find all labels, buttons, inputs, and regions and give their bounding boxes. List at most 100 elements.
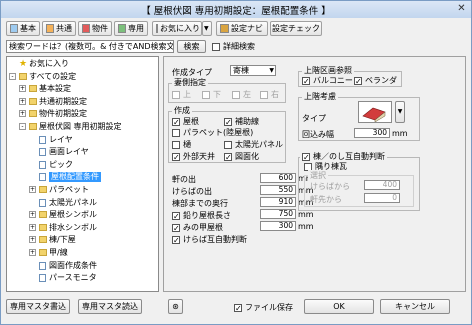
rotate-unit: mm — [392, 129, 408, 138]
folder-icon — [29, 110, 37, 118]
star-icon — [156, 24, 158, 33]
settings-panel: 作成タイプ 寄棟▼ 妻側指定 上 下 左 右 作成 屋根 補助線 パラペット(陸… — [163, 56, 466, 292]
common-button[interactable]: 共通 — [42, 21, 76, 36]
create-ceiling-checkbox[interactable]: 外部天井 — [172, 151, 215, 162]
document-icon — [39, 173, 46, 182]
folder-icon — [29, 97, 37, 105]
folder-icon — [39, 249, 47, 256]
tree-item-label: 屋根伏図 専用初期設定 — [39, 122, 122, 131]
ok-button[interactable]: OK — [304, 299, 374, 314]
property-icon — [82, 24, 90, 33]
gable-judge-checkbox[interactable]: けらば互自動判断 — [172, 234, 247, 245]
tree-item-label: 物件初期設定 — [39, 109, 87, 119]
detail-search-check[interactable] — [212, 42, 220, 51]
tree-item-label: 図面作成条件 — [49, 260, 97, 270]
tree-item-label: 画面レイヤ — [49, 147, 89, 157]
dedicated-button[interactable]: 専用 — [114, 21, 148, 36]
folder-icon — [19, 72, 27, 80]
tree-item-label: レイヤ — [49, 134, 73, 144]
direction-up: 上 — [172, 89, 191, 100]
favorites-button[interactable]: お気に入り — [152, 21, 202, 36]
folder-icon — [39, 186, 47, 193]
create-solar-checkbox[interactable]: 太陽光パネル — [224, 139, 283, 150]
chevron-down-icon: ▼ — [269, 67, 274, 74]
upper-consider-label: 上階考慮 — [302, 91, 338, 102]
wrap-unit: mm — [298, 210, 314, 219]
height-input[interactable]: 910 — [260, 197, 296, 207]
rotate-label: 回込み幅 — [302, 130, 334, 139]
file-save-checkbox[interactable]: ファイル保存 — [234, 302, 293, 313]
tail-unit: mm — [298, 222, 314, 231]
read-master-button[interactable]: 専用マスタ読込 — [78, 299, 142, 314]
tree-item-label: パラペット — [49, 185, 89, 194]
type-label: タイプ — [302, 114, 326, 123]
veranda-checkbox[interactable]: ベランダ — [354, 75, 397, 86]
roof-type-preview-icon[interactable] — [358, 101, 392, 123]
tree-item-label: 太陽光パネル — [49, 197, 97, 207]
close-icon[interactable]: ✕ — [455, 3, 468, 15]
from-eave-input[interactable]: 0 — [364, 193, 400, 203]
create-drawing-checkbox[interactable]: 図面化 — [224, 151, 259, 162]
gable-label: けらばの出 — [172, 187, 212, 196]
create-gutter-checkbox[interactable]: 樋 — [172, 139, 191, 150]
expand-icon[interactable]: + — [29, 211, 36, 219]
expand-icon[interactable]: + — [19, 85, 26, 93]
property-button[interactable]: 物件 — [78, 21, 112, 36]
detail-search-checkbox[interactable]: 詳細検索 — [212, 41, 255, 52]
tail-input[interactable]: 300 — [260, 221, 296, 231]
collapse-icon[interactable]: - — [19, 123, 26, 130]
settings-check-button[interactable]: 設定チェック — [270, 21, 322, 36]
eave-label: 軒の出 — [172, 175, 196, 184]
document-icon — [39, 148, 46, 157]
expand-icon[interactable]: + — [29, 186, 36, 193]
tree-item-label: ピック — [49, 159, 73, 169]
collapse-icon[interactable]: - — [9, 72, 16, 80]
wrap-input[interactable]: 750 — [260, 209, 296, 219]
favorites-dropdown-icon[interactable]: ▼ — [202, 21, 212, 36]
rotate-input[interactable]: 300 — [354, 128, 390, 138]
expand-icon[interactable]: + — [19, 97, 26, 105]
cancel-button[interactable]: キャンセル — [380, 299, 450, 314]
tree-item-label: お気に入り — [29, 59, 69, 68]
write-master-button[interactable]: 専用マスタ書込 — [6, 299, 70, 314]
create-roof-checkbox[interactable]: 屋根 — [172, 116, 199, 127]
ridge-cond-label: 選択 — [308, 170, 328, 181]
search-button[interactable]: 検索 — [177, 40, 206, 53]
direction-right: 右 — [260, 89, 279, 100]
create-type-select[interactable]: 寄棟 ▼ — [230, 65, 276, 76]
wrap-checkbox[interactable]: 鉛り屋根長さ — [172, 210, 231, 221]
roof-type-dropdown-icon[interactable]: ▼ — [395, 101, 405, 123]
dedicated-icon — [118, 24, 126, 33]
expand-icon[interactable]: + — [29, 236, 36, 244]
expand-icon[interactable]: + — [29, 249, 36, 256]
direction-down: 下 — [202, 89, 221, 100]
folder-icon — [29, 123, 37, 130]
navi-icon — [220, 24, 229, 33]
expand-icon[interactable]: + — [29, 223, 36, 231]
from-gable-input[interactable]: 400 — [364, 180, 400, 190]
title-bar: 【 屋根伏図 専用初期設定：屋根配置条件 】 ✕ — [1, 1, 471, 18]
tree-item-label: 棟/下屋 — [49, 235, 76, 245]
basic-icon — [10, 24, 18, 33]
expand-icon[interactable]: + — [19, 110, 26, 118]
balcony-checkbox[interactable]: バルコニー — [302, 75, 353, 86]
folder-icon — [39, 236, 47, 244]
create-label: 作成 — [172, 105, 192, 116]
tail-checkbox[interactable]: みの甲屋根 — [172, 222, 223, 233]
gable-input[interactable]: 550 — [260, 185, 296, 195]
document-icon — [39, 261, 46, 270]
tree-item-label: パースモニタ — [49, 273, 97, 283]
search-input[interactable]: 検索ワードは？(複数可。& 付きでAND検索文字) — [6, 40, 174, 53]
from-eave-label: 軒先から — [310, 195, 342, 204]
tree-item-label: 屋根シンボル — [49, 210, 97, 220]
document-icon — [39, 198, 46, 207]
create-aux-line-checkbox[interactable]: 補助線 — [224, 116, 259, 127]
tree-item-label: 共通初期設定 — [39, 96, 87, 106]
eave-input[interactable]: 600 — [260, 173, 296, 183]
window-title: 【 屋根伏図 専用初期設定：屋根配置条件 】 — [141, 5, 331, 17]
help-icon[interactable]: ⊛ — [168, 299, 183, 314]
settings-tree[interactable]: ★ お気に入り - すべての設定 + 基本設定 + 共通初期設定 + 物件初期設定 - 屋根伏図 専用… — [6, 56, 159, 292]
create-parapet-checkbox[interactable]: パラペット(陸屋根) — [172, 127, 253, 138]
settings-navi-button[interactable]: 設定ナビ — [216, 21, 268, 36]
basic-button[interactable]: 基本 — [6, 21, 40, 36]
